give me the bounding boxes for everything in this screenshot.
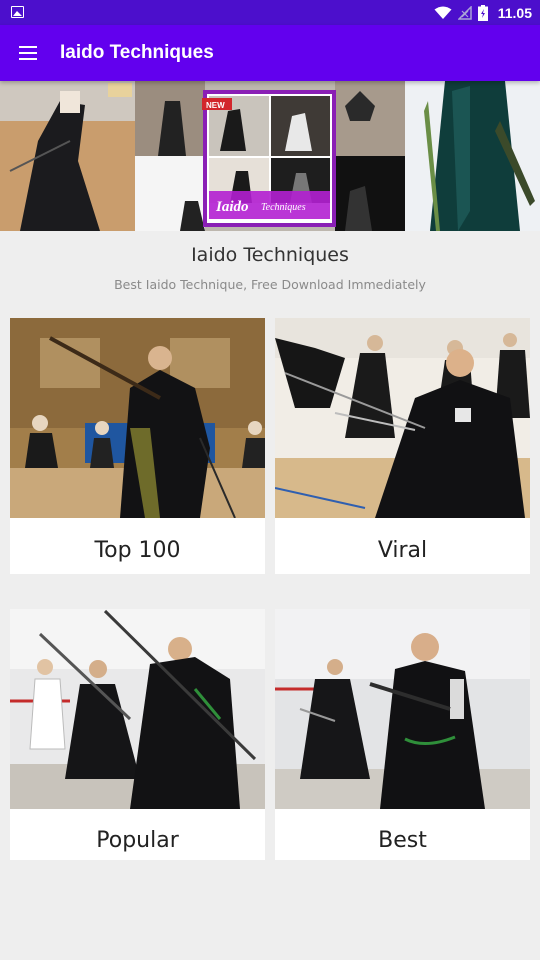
wifi-icon — [434, 6, 452, 19]
notification-image-icon — [11, 6, 24, 18]
category-image-best — [275, 609, 530, 809]
banner-logo-word: Iaido — [215, 199, 249, 215]
category-card-top-100[interactable]: Top 100 — [10, 318, 265, 574]
app-bar: Iaido Techniques — [0, 25, 540, 81]
page-subtitle: Best Iaido Technique, Free Download Imme… — [114, 277, 426, 292]
category-label: Viral — [377, 537, 428, 563]
category-label: Best — [378, 828, 427, 853]
new-badge: NEW — [206, 101, 225, 110]
category-card-popular[interactable]: Popular — [10, 609, 265, 860]
status-bar: 11.05 — [0, 0, 540, 25]
category-image-viral — [275, 318, 530, 518]
category-image-top-100 — [10, 318, 265, 518]
banner-logo-sub: Techniques — [261, 202, 306, 213]
hamburger-menu-icon[interactable] — [0, 25, 56, 81]
category-card-viral[interactable]: Viral — [275, 318, 530, 574]
page-title: Iaido Techniques — [191, 244, 349, 266]
category-image-popular — [10, 609, 265, 809]
app-title: Iaido Techniques — [60, 42, 214, 63]
status-icons: 11.05 — [434, 0, 532, 25]
status-time: 11.05 — [497, 4, 532, 21]
signal-icon — [457, 5, 472, 20]
category-card-best[interactable]: Best — [275, 609, 530, 860]
banner-image: Iaido Techniques NEW — [0, 81, 540, 231]
battery-icon — [477, 4, 488, 21]
category-label: Popular — [96, 828, 179, 853]
category-label: Top 100 — [94, 537, 181, 563]
